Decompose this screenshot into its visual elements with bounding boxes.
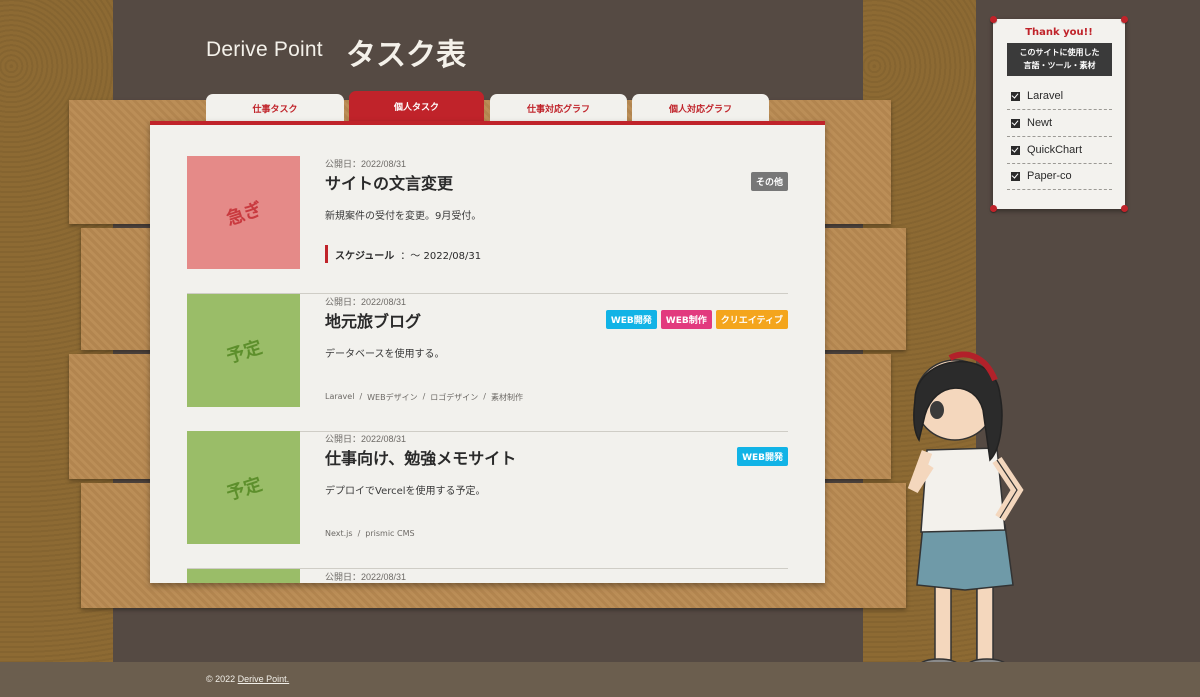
checkbox-icon	[1011, 171, 1020, 181]
tech-item: WEBデザイン	[367, 393, 418, 402]
category-tag[interactable]: WEB制作	[660, 310, 712, 329]
task-description: デプロイでVercelを使用する予定。	[325, 486, 486, 497]
task-list-panel: 急ぎ 公開日：2022/08/31 サイトの文言変更 その他 新規案件の受付を変…	[150, 121, 825, 583]
category-tag[interactable]: WEB開発	[605, 310, 657, 329]
note-item[interactable]: QuickChart	[1007, 137, 1112, 164]
tech-list: Laravel / WEBデザイン / ロゴデザイン / 素材制作	[325, 392, 523, 402]
note-item-label: QuickChart	[1027, 144, 1083, 156]
task-thumbnail	[187, 569, 300, 583]
task-card[interactable]: 予定 公開日：2022/08/31 地元旅ブログ WEB開発 WEB制作 クリエ…	[187, 294, 788, 432]
thumbnail-label: 予定	[223, 336, 265, 368]
checkbox-icon	[1011, 118, 1020, 128]
tag-list: WEB開発	[737, 447, 788, 466]
category-tag[interactable]: その他	[750, 172, 788, 191]
schedule: スケジュール ：～ 2022/08/31	[325, 245, 481, 263]
schedule-value: ：～ 2022/08/31	[400, 250, 482, 262]
note-item[interactable]: Laravel	[1007, 83, 1112, 110]
tech-item: Next.js	[325, 529, 353, 538]
thanks-note: Thank you!! このサイトに使用した 言語・ツール・素材 Laravel…	[990, 16, 1128, 212]
tech-list: Next.js / prismic CMS	[325, 529, 415, 538]
pin-icon	[1121, 205, 1128, 212]
publish-date: 公開日：2022/08/31	[325, 572, 407, 582]
tab-work-graph[interactable]: 仕事対応グラフ	[490, 94, 627, 122]
mascot-illustration	[907, 351, 1024, 674]
note-item-label: Paper-co	[1027, 170, 1072, 182]
task-title[interactable]: サイトの文言変更	[325, 170, 453, 194]
tab-personal-graph[interactable]: 個人対応グラフ	[632, 94, 769, 122]
task-thumbnail: 予定	[187, 294, 300, 407]
copyright-text: © 2022	[206, 674, 238, 684]
tag-list: WEB開発 WEB制作 クリエイティブ	[605, 310, 788, 329]
thumbnail-label: 予定	[223, 473, 265, 505]
note-caption: このサイトに使用した 言語・ツール・素材	[1007, 43, 1112, 76]
pin-icon	[990, 16, 997, 23]
checkbox-icon	[1011, 145, 1020, 155]
task-thumbnail: 予定	[187, 431, 300, 544]
task-card[interactable]: 公開日：2022/08/31	[187, 569, 788, 583]
tech-item: 素材制作	[491, 393, 523, 402]
note-item[interactable]: Paper-co	[1007, 163, 1112, 190]
task-thumbnail: 急ぎ	[187, 156, 300, 269]
note-item[interactable]: Newt	[1007, 110, 1112, 137]
brand-logo[interactable]: Derive Point	[206, 38, 323, 62]
checkbox-icon	[1011, 91, 1020, 101]
note-caption-line: このサイトに使用した	[1019, 48, 1100, 57]
tech-item: Laravel	[325, 392, 355, 401]
schedule-label: スケジュール	[335, 250, 395, 262]
tab-personal-tasks[interactable]: 個人タスク	[349, 91, 484, 122]
task-card[interactable]: 急ぎ 公開日：2022/08/31 サイトの文言変更 その他 新規案件の受付を変…	[187, 156, 788, 294]
thumbnail-label: 急ぎ	[223, 198, 265, 230]
task-title[interactable]: 地元旅ブログ	[325, 308, 421, 332]
page-title: タスク表	[346, 38, 466, 73]
tag-list: その他	[750, 172, 788, 191]
category-tag[interactable]: クリエイティブ	[715, 310, 788, 329]
note-item-label: Laravel	[1027, 90, 1064, 102]
pin-icon	[1121, 16, 1128, 23]
tech-item: prismic CMS	[365, 529, 415, 538]
note-title: Thank you!!	[1025, 27, 1093, 38]
tech-item: ロゴデザイン	[430, 393, 479, 402]
pin-icon	[990, 205, 997, 212]
task-title[interactable]: 仕事向け、勉強メモサイト	[325, 445, 516, 469]
task-description: 新規案件の受付を変更。9月受付。	[325, 211, 482, 222]
tab-work-tasks[interactable]: 仕事タスク	[206, 94, 344, 122]
publish-date: 公開日：2022/08/31	[325, 159, 407, 169]
footer	[0, 662, 1200, 697]
publish-date: 公開日：2022/08/31	[325, 297, 407, 307]
footer-copyright: © 2022 Derive Point.	[206, 674, 289, 684]
category-tag[interactable]: WEB開発	[737, 447, 788, 466]
task-description: データベースを使用する。	[325, 349, 445, 360]
note-item-label: Newt	[1027, 117, 1053, 129]
task-card[interactable]: 予定 公開日：2022/08/31 仕事向け、勉強メモサイト WEB開発 デプロ…	[187, 431, 788, 569]
footer-brand-link[interactable]: Derive Point.	[238, 674, 290, 684]
publish-date: 公開日：2022/08/31	[325, 434, 407, 444]
note-caption-line: 言語・ツール・素材	[1023, 61, 1096, 70]
